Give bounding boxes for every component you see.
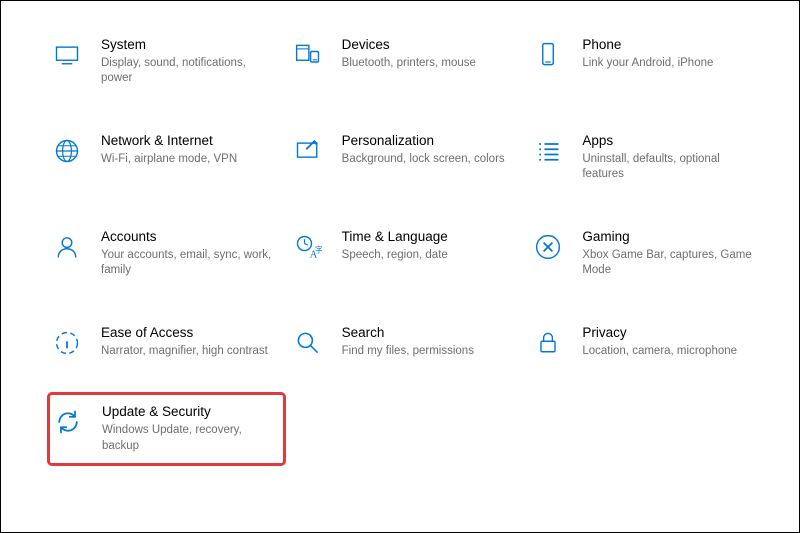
category-text: Apps Uninstall, defaults, optional featur… bbox=[582, 133, 759, 183]
category-description: Background, lock screen, colors bbox=[342, 152, 519, 168]
phone-icon bbox=[532, 39, 564, 71]
category-ease-of-access[interactable]: Ease of Access Narrator, magnifier, high … bbox=[49, 321, 280, 363]
gaming-icon bbox=[532, 231, 564, 263]
category-description: Speech, region, date bbox=[342, 248, 519, 264]
category-text: Privacy Location, camera, microphone bbox=[582, 325, 759, 359]
category-privacy[interactable]: Privacy Location, camera, microphone bbox=[530, 321, 761, 363]
category-description: Windows Update, recovery, backup bbox=[102, 423, 277, 454]
category-title: Phone bbox=[582, 37, 759, 54]
category-text: Gaming Xbox Game Bar, captures, Game Mode bbox=[582, 229, 759, 279]
personalization-icon bbox=[292, 135, 324, 167]
category-description: Wi-Fi, airplane mode, VPN bbox=[101, 152, 278, 168]
category-description: Display, sound, notifications, power bbox=[101, 56, 278, 87]
category-system[interactable]: System Display, sound, notifications, pow… bbox=[49, 33, 280, 91]
category-title: Accounts bbox=[101, 229, 278, 246]
update-security-icon bbox=[52, 406, 84, 438]
category-title: Ease of Access bbox=[101, 325, 278, 342]
category-description: Find my files, permissions bbox=[342, 344, 519, 360]
apps-icon bbox=[532, 135, 564, 167]
category-text: System Display, sound, notifications, pow… bbox=[101, 37, 278, 87]
category-accounts[interactable]: Accounts Your accounts, email, sync, work… bbox=[49, 225, 280, 283]
category-apps[interactable]: Apps Uninstall, defaults, optional featur… bbox=[530, 129, 761, 187]
category-title: Network & Internet bbox=[101, 133, 278, 150]
category-description: Xbox Game Bar, captures, Game Mode bbox=[582, 248, 759, 279]
category-title: Search bbox=[342, 325, 519, 342]
category-description: Your accounts, email, sync, work, family bbox=[101, 248, 278, 279]
category-phone[interactable]: Phone Link your Android, iPhone bbox=[530, 33, 761, 91]
ease-of-access-icon bbox=[51, 327, 83, 359]
category-text: Search Find my files, permissions bbox=[342, 325, 519, 359]
category-update-security[interactable]: Update & Security Windows Update, recover… bbox=[47, 392, 286, 466]
time-language-icon bbox=[292, 231, 324, 263]
category-description: Link your Android, iPhone bbox=[582, 56, 759, 72]
category-text: Phone Link your Android, iPhone bbox=[582, 37, 759, 71]
category-title: Gaming bbox=[582, 229, 759, 246]
category-title: Time & Language bbox=[342, 229, 519, 246]
category-title: Privacy bbox=[582, 325, 759, 342]
category-personalization[interactable]: Personalization Background, lock screen, … bbox=[290, 129, 521, 187]
category-text: Network & Internet Wi-Fi, airplane mode, … bbox=[101, 133, 278, 167]
system-icon bbox=[51, 39, 83, 71]
category-description: Location, camera, microphone bbox=[582, 344, 759, 360]
accounts-icon bbox=[51, 231, 83, 263]
category-search[interactable]: Search Find my files, permissions bbox=[290, 321, 521, 363]
category-devices[interactable]: Devices Bluetooth, printers, mouse bbox=[290, 33, 521, 91]
category-text: Accounts Your accounts, email, sync, work… bbox=[101, 229, 278, 279]
search-icon bbox=[292, 327, 324, 359]
category-gaming[interactable]: Gaming Xbox Game Bar, captures, Game Mode bbox=[530, 225, 761, 283]
privacy-icon bbox=[532, 327, 564, 359]
category-time-language[interactable]: Time & Language Speech, region, date bbox=[290, 225, 521, 283]
network-icon bbox=[51, 135, 83, 167]
category-title: Devices bbox=[342, 37, 519, 54]
category-title: System bbox=[101, 37, 278, 54]
settings-categories-grid: System Display, sound, notifications, pow… bbox=[1, 1, 799, 477]
category-text: Devices Bluetooth, printers, mouse bbox=[342, 37, 519, 71]
category-text: Update & Security Windows Update, recover… bbox=[102, 404, 277, 454]
category-text: Time & Language Speech, region, date bbox=[342, 229, 519, 263]
category-description: Narrator, magnifier, high contrast bbox=[101, 344, 278, 360]
category-text: Personalization Background, lock screen, … bbox=[342, 133, 519, 167]
devices-icon bbox=[292, 39, 324, 71]
category-description: Bluetooth, printers, mouse bbox=[342, 56, 519, 72]
category-description: Uninstall, defaults, optional features bbox=[582, 152, 759, 183]
category-title: Apps bbox=[582, 133, 759, 150]
category-title: Personalization bbox=[342, 133, 519, 150]
category-text: Ease of Access Narrator, magnifier, high … bbox=[101, 325, 278, 359]
category-network[interactable]: Network & Internet Wi-Fi, airplane mode, … bbox=[49, 129, 280, 187]
category-title: Update & Security bbox=[102, 404, 277, 421]
